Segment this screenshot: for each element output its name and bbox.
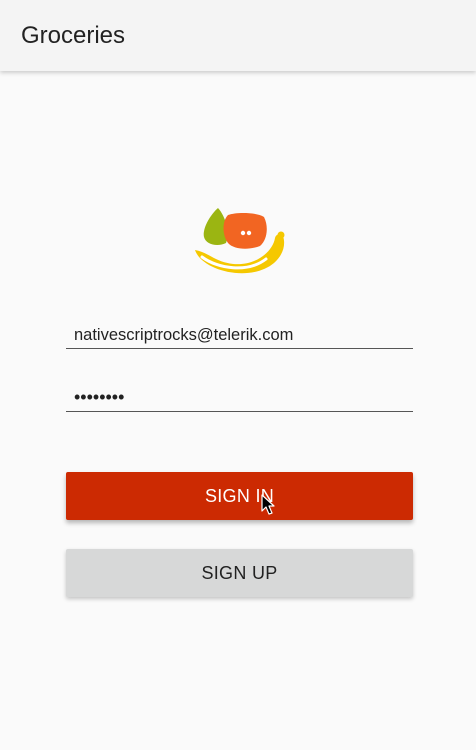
password-field-value: •••••••• [74, 387, 125, 407]
app-title: Groceries [21, 21, 126, 49]
groceries-fruit-logo-icon [190, 203, 288, 283]
sign-in-button[interactable]: SIGN IN [66, 472, 413, 520]
password-field[interactable]: •••••••• [66, 385, 413, 412]
sign-up-button-label: SIGN UP [201, 562, 278, 583]
email-field-value: nativescriptrocks@telerik.com [74, 326, 294, 344]
email-field[interactable]: nativescriptrocks@telerik.com [66, 322, 413, 349]
app-bar: Groceries [0, 0, 476, 71]
mouse-pointer-icon [261, 494, 275, 516]
sign-up-button[interactable]: SIGN UP [66, 549, 413, 597]
